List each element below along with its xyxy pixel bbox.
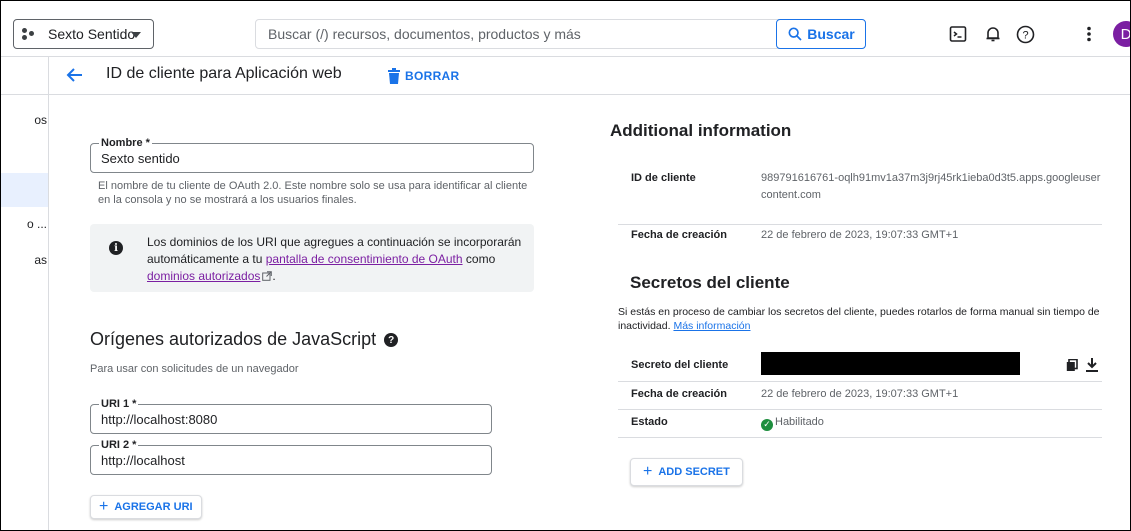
status-row: Estado ✓ Habilitado	[618, 410, 1102, 438]
add-secret-button[interactable]: + ADD SECRET	[630, 458, 743, 486]
redacted-secret-value	[761, 352, 1020, 375]
id-created-key: Fecha de creación	[631, 229, 727, 241]
project-dots-icon	[22, 27, 42, 41]
more-vert-icon[interactable]	[1078, 23, 1100, 45]
top-bar: Sexto Sentido Buscar ?	[1, 1, 1130, 57]
client-secrets-helper: Si estás en proceso de cambiar los secre…	[618, 305, 1108, 333]
id-created-value: 22 de febrero de 2023, 19:07:33 GMT+1	[761, 229, 959, 241]
project-picker[interactable]: Sexto Sentido	[13, 19, 154, 49]
search-button[interactable]: Buscar	[776, 19, 866, 49]
status-key: Estado	[631, 416, 668, 428]
client-id-key: ID de cliente	[631, 172, 696, 184]
uri-2-input[interactable]	[101, 453, 461, 468]
client-id-row: ID de cliente 989791616761-oqlh91mv1a37m…	[618, 167, 1102, 225]
page-title: ID de cliente para Aplicación web	[106, 65, 342, 82]
name-field: Nombre *	[90, 137, 534, 173]
page-header: ID de cliente para Aplicación web BORRAR	[1, 57, 1130, 95]
secret-created-row: Fecha de creación 22 de febrero de 2023,…	[618, 382, 1102, 410]
left-nav-rail: os o ... as	[1, 57, 49, 530]
add-uri-label: AGREGAR URI	[114, 501, 193, 513]
js-origins-title-text: Orígenes autorizados de JavaScript	[90, 329, 377, 349]
uri-1-field: URI 1 *	[90, 398, 492, 434]
status-value: ✓ Habilitado	[761, 414, 1101, 431]
account-avatar[interactable]: D	[1113, 21, 1130, 47]
rail-item-0[interactable]: os	[1, 113, 48, 127]
oauth-info-box: i Los dominios de los URI que agregues a…	[90, 224, 534, 292]
status-value-text: Habilitado	[775, 416, 824, 428]
uri-2-field: URI 2 *	[90, 439, 492, 475]
search-input[interactable]	[256, 20, 776, 48]
oauth-info-text: Los dominios de los URI que agregues a c…	[147, 234, 522, 285]
download-icon[interactable]	[1086, 358, 1098, 377]
delete-button-label: BORRAR	[405, 69, 460, 83]
client-secret-key: Secreto del cliente	[631, 359, 729, 371]
secret-created-value: 22 de febrero de 2023, 19:07:33 GMT+1	[761, 388, 959, 400]
add-secret-label: ADD SECRET	[658, 466, 730, 478]
client-id-value: 989791616761-oqlh91mv1a37m3j9rj45rk1ieba…	[761, 172, 1101, 201]
plus-icon: +	[99, 498, 109, 515]
copy-icon[interactable]	[1066, 358, 1078, 377]
back-arrow-icon[interactable]	[65, 65, 87, 87]
js-origins-title: Orígenes autorizados de JavaScript?	[90, 329, 399, 350]
external-link-icon	[262, 271, 273, 281]
consent-screen-link[interactable]: pantalla de consentimiento de OAuth	[266, 252, 463, 266]
project-name: Sexto Sentido	[48, 26, 136, 42]
name-field-label: Nombre *	[99, 137, 152, 149]
name-helper-text: El nombre de tu cliente de OAuth 2.0. Es…	[98, 180, 528, 206]
search-bar: Buscar	[255, 19, 866, 49]
cloud-shell-icon[interactable]	[947, 23, 969, 45]
id-created-row: Fecha de creación 22 de febrero de 2023,…	[618, 225, 1102, 247]
notifications-bell-icon[interactable]	[982, 23, 1004, 45]
search-icon	[788, 27, 802, 41]
question-help-icon[interactable]: ?	[384, 333, 399, 348]
add-uri-button[interactable]: + AGREGAR URI	[90, 495, 202, 519]
help-icon[interactable]: ?	[1014, 23, 1036, 45]
svg-text:?: ?	[1022, 29, 1028, 41]
rail-active-highlight	[1, 173, 48, 207]
info-text-3: .	[272, 269, 276, 283]
uri-1-input[interactable]	[101, 412, 461, 427]
delete-button[interactable]: BORRAR	[387, 65, 459, 87]
secret-created-key: Fecha de creación	[631, 388, 727, 400]
uri-2-label: URI 2 *	[99, 439, 139, 451]
authorized-domains-link[interactable]: dominios autorizados	[147, 269, 260, 283]
rail-item-2[interactable]: as	[1, 253, 48, 267]
info-icon: i	[109, 241, 123, 255]
search-button-label: Buscar	[807, 26, 855, 42]
app-window: os o ... as Sexto Sentido Buscar (/) rec…	[0, 0, 1131, 531]
check-circle-icon: ✓	[761, 418, 773, 431]
caret-down-icon	[131, 32, 141, 38]
js-origins-helper: Para usar con solicitudes de un navegado…	[90, 363, 299, 375]
additional-info-title: Additional information	[610, 121, 792, 140]
uri-1-label: URI 1 *	[99, 398, 139, 410]
trash-icon	[388, 68, 400, 84]
rail-item-1[interactable]: o ...	[1, 217, 48, 231]
more-info-link[interactable]: Más información	[673, 320, 750, 332]
client-secrets-title: Secretos del cliente	[630, 273, 790, 292]
plus-icon: +	[643, 463, 653, 480]
name-input[interactable]	[101, 151, 499, 166]
info-text-2: como	[465, 252, 496, 266]
